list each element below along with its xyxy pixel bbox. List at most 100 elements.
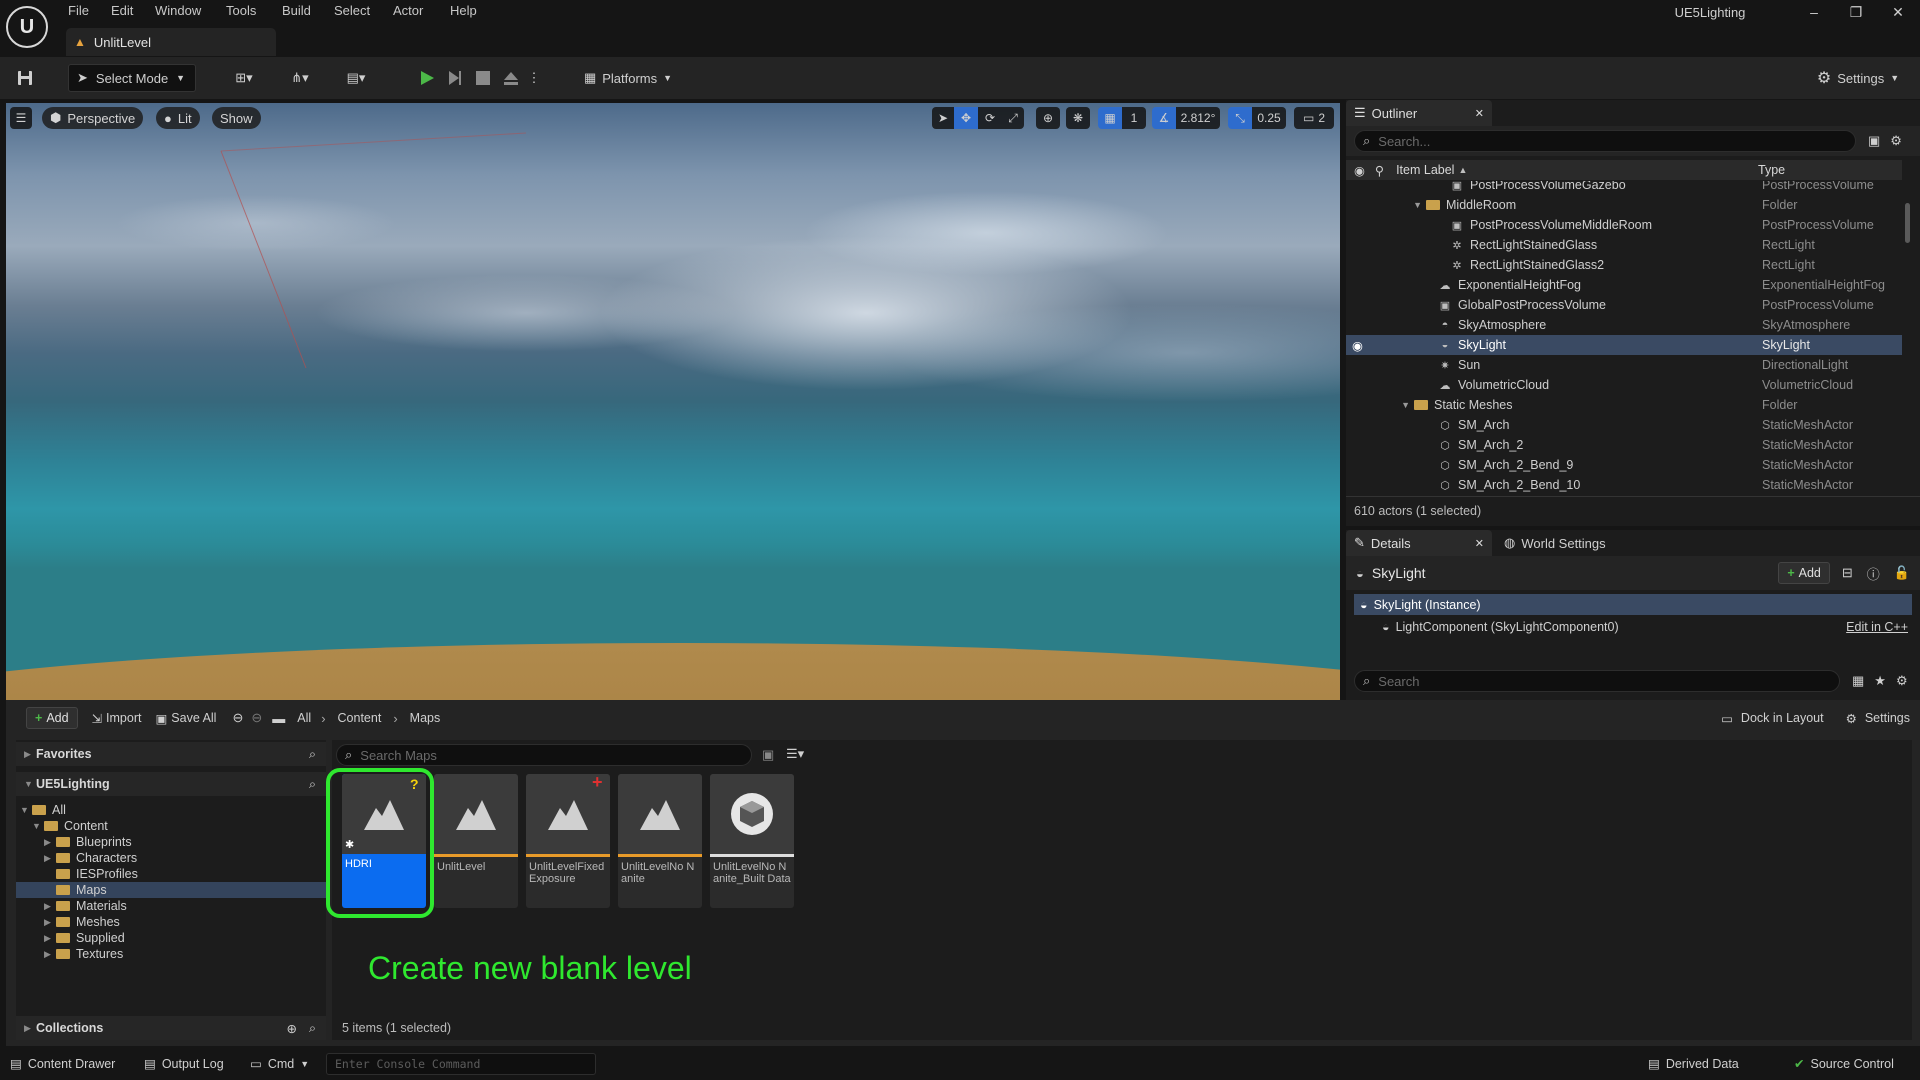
tree-item-iesprofiles[interactable]: IESProfiles [16,866,326,882]
outliner-row[interactable]: ☁ VolumetricCloud VolumetricCloud [1346,375,1902,395]
forward-icon[interactable]: ⊖ [251,710,262,726]
blueprint-icon[interactable]: ⋔▾ [280,64,320,92]
import-button[interactable]: ⇲ Import [92,711,142,726]
add-actor-icon[interactable]: ⊞▾ [224,64,264,92]
star-icon[interactable]: ★ [1874,673,1886,689]
search-icon[interactable]: ⌕ [309,1021,316,1036]
source-control-button[interactable]: ✔ Source Control [1794,1056,1894,1072]
add-folder-icon[interactable]: ▣ [1868,133,1880,149]
rotate-tool-icon[interactable]: ⟳ [978,107,1002,129]
breadcrumb-separator-icon[interactable]: › [393,711,397,726]
details-search-input[interactable]: ⌕ Search [1354,670,1840,692]
asset-tile-hdri[interactable]: HDRI ? ✱ [342,774,426,908]
world-space-icon[interactable]: ⊕ [1036,107,1060,129]
gear-icon[interactable]: ⚙ [1896,673,1908,689]
lit-button[interactable]: ● Lit [156,107,200,129]
close-icon[interactable]: ✕ [1880,4,1916,21]
outliner-row[interactable]: ◓ SkyAtmosphere SkyAtmosphere [1346,315,1902,335]
console-input[interactable]: Enter Console Command [326,1053,596,1075]
menu-select[interactable]: Select [330,3,374,18]
help-icon[interactable]: ⓘ [1867,564,1880,583]
eject-icon[interactable] [498,64,524,92]
menu-actor[interactable]: Actor [389,3,427,18]
outliner-row[interactable]: ⬡ SM_Arch_2_Bend_9 StaticMeshActor [1346,455,1902,475]
menu-build[interactable]: Build [278,3,315,18]
gear-icon[interactable]: ⚙ [1890,133,1902,149]
unreal-logo-icon[interactable]: U [6,6,48,48]
select-tool-icon[interactable]: ➤ [932,107,954,129]
asset-tile-unlitlevelnonanite[interactable]: UnlitLevelNo Nanite [618,774,702,908]
asset-tile-unlitlevel[interactable]: UnlitLevel [434,774,518,908]
breadcrumb-maps[interactable]: Maps [410,711,441,725]
visibility-eye-icon[interactable]: ◉ [1346,338,1438,353]
scale-snap-icon[interactable]: ⤡ [1228,107,1252,129]
step-icon[interactable] [442,64,468,92]
play-icon[interactable] [414,64,440,92]
stop-icon[interactable] [470,64,496,92]
save-icon[interactable] [10,64,40,92]
tree-item-materials[interactable]: ▶ Materials [16,898,326,914]
menu-edit[interactable]: Edit [107,3,137,18]
settings-button[interactable]: ⚙ Settings ▼ [1810,64,1906,92]
outliner-row[interactable]: ▣ PostProcessVolumeGazebo PostProcessVolum… [1346,181,1902,195]
collections-header[interactable]: ▶ Collections ⊕ ⌕ [16,1016,326,1040]
menu-window[interactable]: Window [151,3,205,18]
filter-icon[interactable]: ☰▾ [786,746,804,762]
hamburger-menu-icon[interactable]: ☰ [10,107,32,129]
component-root-row[interactable]: ◒ SkyLight (Instance) [1354,594,1912,615]
tree-item-content[interactable]: ▼ Content [16,818,326,834]
edit-in-cpp-link[interactable]: Edit in C++ [1846,620,1908,634]
derived-data-button[interactable]: ▤ Derived Data [1648,1056,1739,1072]
save-search-icon[interactable]: ▣ [762,747,774,763]
menu-tools[interactable]: Tools [222,3,260,18]
visibility-eye-icon[interactable]: ◉ [1354,163,1365,178]
add-component-button[interactable]: + Add [1778,562,1830,584]
world-settings-tab[interactable]: ◍ World Settings [1496,530,1606,556]
tree-item-all[interactable]: ▼ All [16,802,326,818]
details-tab[interactable]: ✎ Details ✕ [1346,530,1492,556]
blueprint-icon[interactable]: ⊟ [1842,565,1853,581]
outliner-row[interactable]: ⬡ SM_Arch StaticMeshActor [1346,415,1902,435]
minimize-icon[interactable]: – [1796,4,1832,20]
asset-search-input[interactable]: ⌕ Search Maps [336,744,752,766]
close-icon[interactable]: ✕ [1475,537,1484,550]
outliner-row[interactable]: ⬡ SM_Arch_2 StaticMeshActor [1346,435,1902,455]
breadcrumb-separator-icon[interactable]: › [321,711,325,726]
cmd-dropdown[interactable]: ▭ Cmd ▼ [250,1056,309,1072]
translate-tool-icon[interactable]: ✥ [954,107,978,129]
perspective-button[interactable]: ⬢ Perspective [42,107,144,129]
component-row[interactable]: ◒ LightComponent (SkyLightComponent0) Ed… [1354,616,1912,637]
show-button[interactable]: Show [212,107,261,129]
tree-item-supplied[interactable]: ▶ Supplied [16,930,326,946]
lock-icon[interactable]: 🔓 [1894,565,1910,581]
outliner-row[interactable]: ✲ RectLightStainedGlass2 RectLight [1346,255,1902,275]
breadcrumb-content[interactable]: Content [338,711,382,725]
add-button[interactable]: + Add [26,707,78,729]
type-header[interactable]: Type [1758,163,1785,177]
menu-help[interactable]: Help [446,3,481,18]
search-icon[interactable]: ⌕ [309,747,316,762]
outliner-scrollbar[interactable] [1902,181,1912,496]
close-icon[interactable]: ✕ [1475,107,1484,120]
item-label-header[interactable]: Item Label [1396,163,1454,177]
outliner-row[interactable]: ⬡ SM_Arch_2_Bend_10 StaticMeshActor [1346,475,1902,495]
asset-tile-builtdata[interactable]: UnlitLevelNo Nanite_Built Data [710,774,794,908]
level-tab[interactable]: ▲ UnlitLevel [66,28,276,56]
menu-file[interactable]: File [64,3,93,18]
scale-snap-value[interactable]: 0.25 [1252,107,1286,129]
outliner-row[interactable]: ▣ GlobalPostProcessVolume PostProcessVolum… [1346,295,1902,315]
outliner-row[interactable]: ▣ PostProcessVolumeMiddleRoom PostProcessV… [1346,215,1902,235]
tree-item-blueprints[interactable]: ▶ Blueprints [16,834,326,850]
outliner-row[interactable]: ▼ MiddleRoom Folder [1346,195,1902,215]
table-view-icon[interactable]: ▦ [1852,673,1864,689]
outliner-row[interactable]: ✷ Sun DirectionalLight [1346,355,1902,375]
add-collection-icon[interactable]: ⊕ [287,1021,297,1036]
outliner-search-input[interactable]: ⌕ Search... [1354,130,1856,152]
camera-speed-button[interactable]: ▭ 2 [1294,107,1334,129]
breadcrumb-all[interactable]: All [297,711,311,725]
restore-icon[interactable]: ❐ [1838,4,1874,21]
outliner-row[interactable]: ▼ Static Meshes Folder [1346,395,1902,415]
platforms-dropdown[interactable]: ▦ Platforms ▼ [578,64,678,92]
select-mode-dropdown[interactable]: ➤ Select Mode ▼ [68,64,196,92]
tree-item-textures[interactable]: ▶ Textures [16,946,326,962]
